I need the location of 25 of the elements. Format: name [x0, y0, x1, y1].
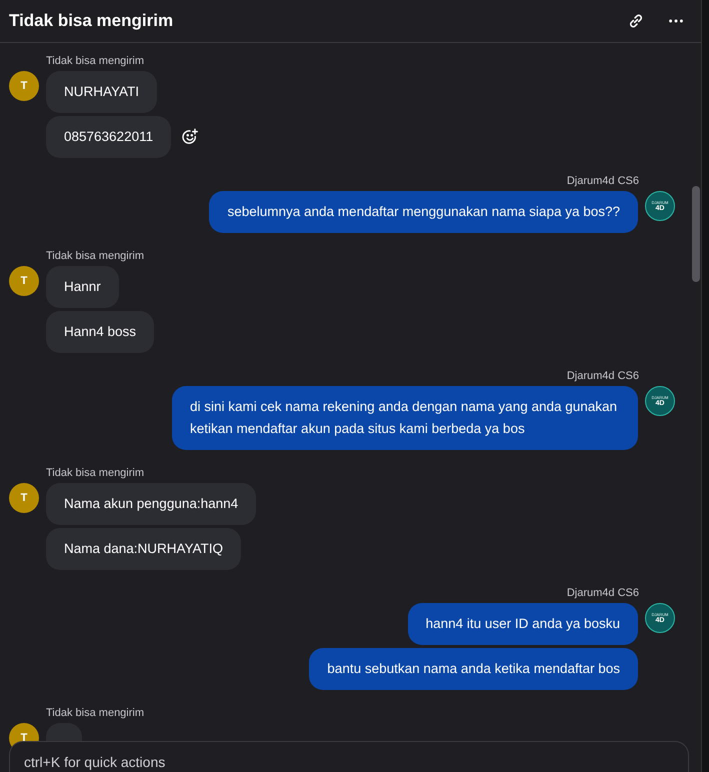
sender-name: Djarum4d CS6: [566, 175, 639, 187]
message-bubble: Hann4 boss: [46, 311, 154, 353]
scrollbar[interactable]: [692, 186, 700, 282]
message-bubble: NURHAYATI: [46, 71, 158, 113]
chat-title: Tidak bisa mengirim: [9, 11, 174, 31]
sender-name: Djarum4d CS6: [566, 370, 639, 382]
add-reaction-icon[interactable]: [181, 128, 200, 146]
link-icon[interactable]: [627, 12, 645, 30]
message-bubble: di sini kami cek nama rekening anda dengan nama yang anda gunakan ketikan mendaftar akun pada situs kami berbeda ya bos: [172, 386, 638, 450]
message-bubble: 085763622011: [46, 116, 172, 158]
message-bubble: Nama akun pengguna:hann4: [46, 483, 256, 525]
message-bubble: hann4 itu user ID anda ya bosku: [408, 603, 638, 645]
message-bubble: bantu sebutkan nama anda ketika mendaftar bos: [309, 648, 638, 690]
user-avatar: T: [9, 483, 39, 513]
user-avatar: T: [9, 266, 39, 296]
message-input[interactable]: ctrl+K for quick actions: [9, 741, 689, 772]
user-avatar: T: [9, 71, 39, 101]
message-bubble: Nama dana:NURHAYATIQ: [46, 528, 242, 570]
sender-name: Tidak bisa mengirim: [46, 467, 146, 479]
sender-name: Tidak bisa mengirim: [46, 55, 146, 67]
message-bubble: Hannr: [46, 266, 119, 308]
message-bubble: sebelumnya anda mendaftar menggunakan nama siapa ya bos??: [209, 191, 638, 233]
sender-name: Djarum4d CS6: [566, 587, 639, 599]
sender-name: Tidak bisa mengirim: [46, 707, 146, 719]
sender-name: Tidak bisa mengirim: [46, 250, 146, 262]
